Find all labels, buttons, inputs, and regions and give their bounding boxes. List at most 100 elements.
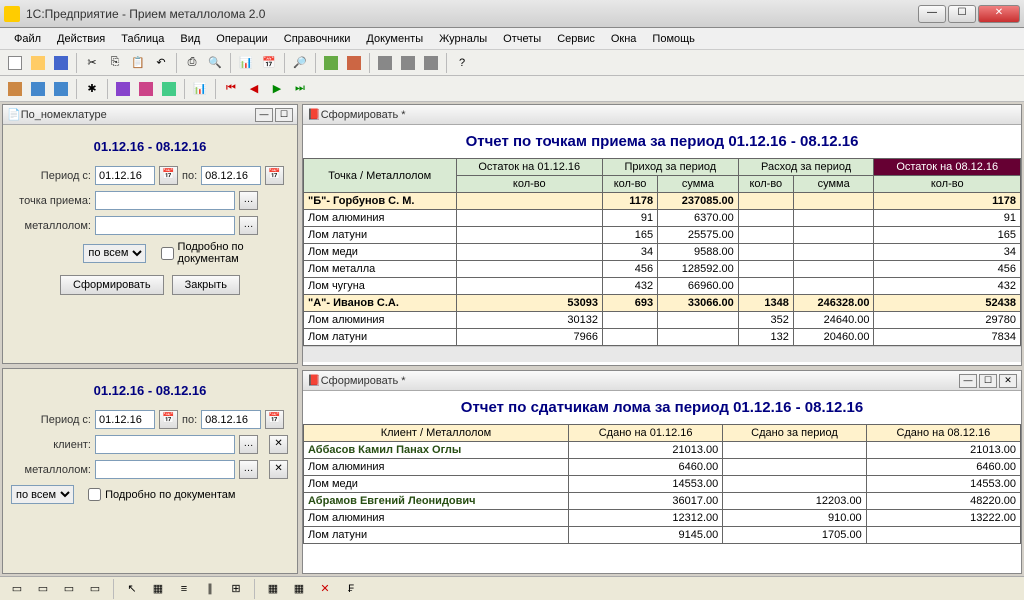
calendar-from-button[interactable]: 📅	[159, 166, 178, 185]
sb-tool-b-icon[interactable]: ▦	[288, 578, 310, 600]
new-icon[interactable]	[4, 52, 26, 74]
tool-e-icon[interactable]	[420, 52, 442, 74]
point-input[interactable]	[95, 191, 235, 210]
menu-actions[interactable]: Действия	[49, 31, 113, 47]
period-to-input-2[interactable]	[201, 410, 261, 429]
tool-c-icon[interactable]	[374, 52, 396, 74]
menu-windows[interactable]: Окна	[603, 31, 645, 47]
cut-icon[interactable]: ✂	[81, 52, 103, 74]
table-row[interactable]: Лом латуни796613220460.007834	[304, 329, 1021, 346]
period-from-input-2[interactable]	[95, 410, 155, 429]
paste-icon[interactable]: 📋	[127, 52, 149, 74]
chart-icon[interactable]: 📊	[189, 78, 211, 100]
sb-icon-1[interactable]: ▭	[6, 578, 28, 600]
table-row[interactable]: Лом алюминия3013235224640.0029780	[304, 312, 1021, 329]
sb-icon-2[interactable]: ▭	[32, 578, 54, 600]
metal-clear-button-2[interactable]: ✕	[269, 460, 288, 479]
table-row[interactable]: Лом латуни9145.001705.00	[304, 527, 1021, 544]
sb-col-icon[interactable]: ∥	[199, 578, 221, 600]
point-browse-button[interactable]: …	[239, 191, 258, 210]
sb-icon-3[interactable]: ▭	[58, 578, 80, 600]
r2-min-button[interactable]: —	[959, 374, 977, 388]
sb-merge-icon[interactable]: ⊞	[225, 578, 247, 600]
table-row[interactable]: Лом латуни16525575.00165	[304, 227, 1021, 244]
grid2-icon[interactable]	[50, 78, 72, 100]
box3-icon[interactable]	[158, 78, 180, 100]
star-icon[interactable]: ✱	[81, 78, 103, 100]
tool-d-icon[interactable]	[397, 52, 419, 74]
table-row[interactable]: Лом алюминия12312.00910.0013222.00	[304, 510, 1021, 527]
db-icon[interactable]	[4, 78, 26, 100]
close-panel-button[interactable]: Закрыть	[172, 275, 240, 295]
client-clear-button[interactable]: ✕	[269, 435, 288, 454]
menu-reports[interactable]: Отчеты	[495, 31, 549, 47]
menu-refs[interactable]: Справочники	[276, 31, 359, 47]
help-icon[interactable]: ?	[451, 52, 473, 74]
table-row[interactable]: Лом металла456128592.00456	[304, 261, 1021, 278]
copy-icon[interactable]: ⎘	[104, 52, 126, 74]
table-row[interactable]: "А"- Иванов С.А.5309369333066.0013482463…	[304, 295, 1021, 312]
box2-icon[interactable]	[135, 78, 157, 100]
first-icon[interactable]: ⏮	[220, 78, 242, 100]
sb-icon-4[interactable]: ▭	[84, 578, 106, 600]
menu-service[interactable]: Сервис	[549, 31, 603, 47]
preview-icon[interactable]: 🔍	[204, 52, 226, 74]
detail-checkbox[interactable]	[161, 247, 174, 260]
period-to-input[interactable]	[201, 166, 261, 185]
table-row[interactable]: Лом алюминия916370.0091	[304, 210, 1021, 227]
metal-input[interactable]	[95, 216, 235, 235]
scrollbar-h[interactable]	[303, 346, 1021, 362]
sb-tool-d-icon[interactable]: ₣	[340, 578, 362, 600]
form-button[interactable]: Сформировать	[60, 275, 164, 295]
find-icon[interactable]: 🔎	[289, 52, 311, 74]
print-icon[interactable]: ⎙	[181, 52, 203, 74]
calendar-from-button-2[interactable]: 📅	[159, 410, 178, 429]
menu-journals[interactable]: Журналы	[431, 31, 495, 47]
calendar-to-button[interactable]: 📅	[265, 166, 284, 185]
calendar-to-button-2[interactable]: 📅	[265, 410, 284, 429]
metal-browse-button-2[interactable]: …	[239, 460, 258, 479]
calc-icon[interactable]: 📊	[235, 52, 257, 74]
table-row[interactable]: Лом меди349588.0034	[304, 244, 1021, 261]
panel-max-button[interactable]: ☐	[275, 108, 293, 122]
box1-icon[interactable]	[112, 78, 134, 100]
close-button[interactable]: ✕	[978, 5, 1020, 23]
metal-input-2[interactable]	[95, 460, 235, 479]
sb-tool-a-icon[interactable]: ▦	[262, 578, 284, 600]
menu-view[interactable]: Вид	[172, 31, 208, 47]
sb-pointer-icon[interactable]: ↖	[121, 578, 143, 600]
filter-combo[interactable]: по всем	[83, 244, 146, 263]
table-row[interactable]: Аббасов Камил Панах Оглы21013.0021013.00	[304, 442, 1021, 459]
menu-help[interactable]: Помощь	[644, 31, 703, 47]
undo-icon[interactable]: ↶	[150, 52, 172, 74]
r2-max-button[interactable]: ☐	[979, 374, 997, 388]
period-from-input[interactable]	[95, 166, 155, 185]
menu-file[interactable]: Файл	[6, 31, 49, 47]
panel-min-button[interactable]: —	[255, 108, 273, 122]
r2-close-button[interactable]: ✕	[999, 374, 1017, 388]
menu-table[interactable]: Таблица	[113, 31, 172, 47]
table-row[interactable]: Абрамов Евгений Леонидович36017.0012203.…	[304, 493, 1021, 510]
tool-a-icon[interactable]	[320, 52, 342, 74]
last-icon[interactable]: ⏭	[289, 78, 311, 100]
filter-combo-2[interactable]: по всем	[11, 485, 74, 504]
prev-icon[interactable]: ◀	[243, 78, 265, 100]
open-icon[interactable]	[27, 52, 49, 74]
maximize-button[interactable]: ☐	[948, 5, 976, 23]
minimize-button[interactable]: —	[918, 5, 946, 23]
client-input[interactable]	[95, 435, 235, 454]
menu-operations[interactable]: Операции	[208, 31, 275, 47]
metal-browse-button[interactable]: …	[239, 216, 258, 235]
detail-checkbox-2[interactable]	[88, 488, 101, 501]
table-row[interactable]: Лом алюминия6460.006460.00	[304, 459, 1021, 476]
table-row[interactable]: Лом чугуна43266960.00432	[304, 278, 1021, 295]
next-icon[interactable]: ▶	[266, 78, 288, 100]
sb-grid-icon[interactable]: ▦	[147, 578, 169, 600]
client-browse-button[interactable]: …	[239, 435, 258, 454]
grid1-icon[interactable]	[27, 78, 49, 100]
calendar-icon[interactable]: 📅	[258, 52, 280, 74]
menu-docs[interactable]: Документы	[358, 31, 431, 47]
sb-row-icon[interactable]: ≡	[173, 578, 195, 600]
tool-b-icon[interactable]	[343, 52, 365, 74]
save-icon[interactable]	[50, 52, 72, 74]
